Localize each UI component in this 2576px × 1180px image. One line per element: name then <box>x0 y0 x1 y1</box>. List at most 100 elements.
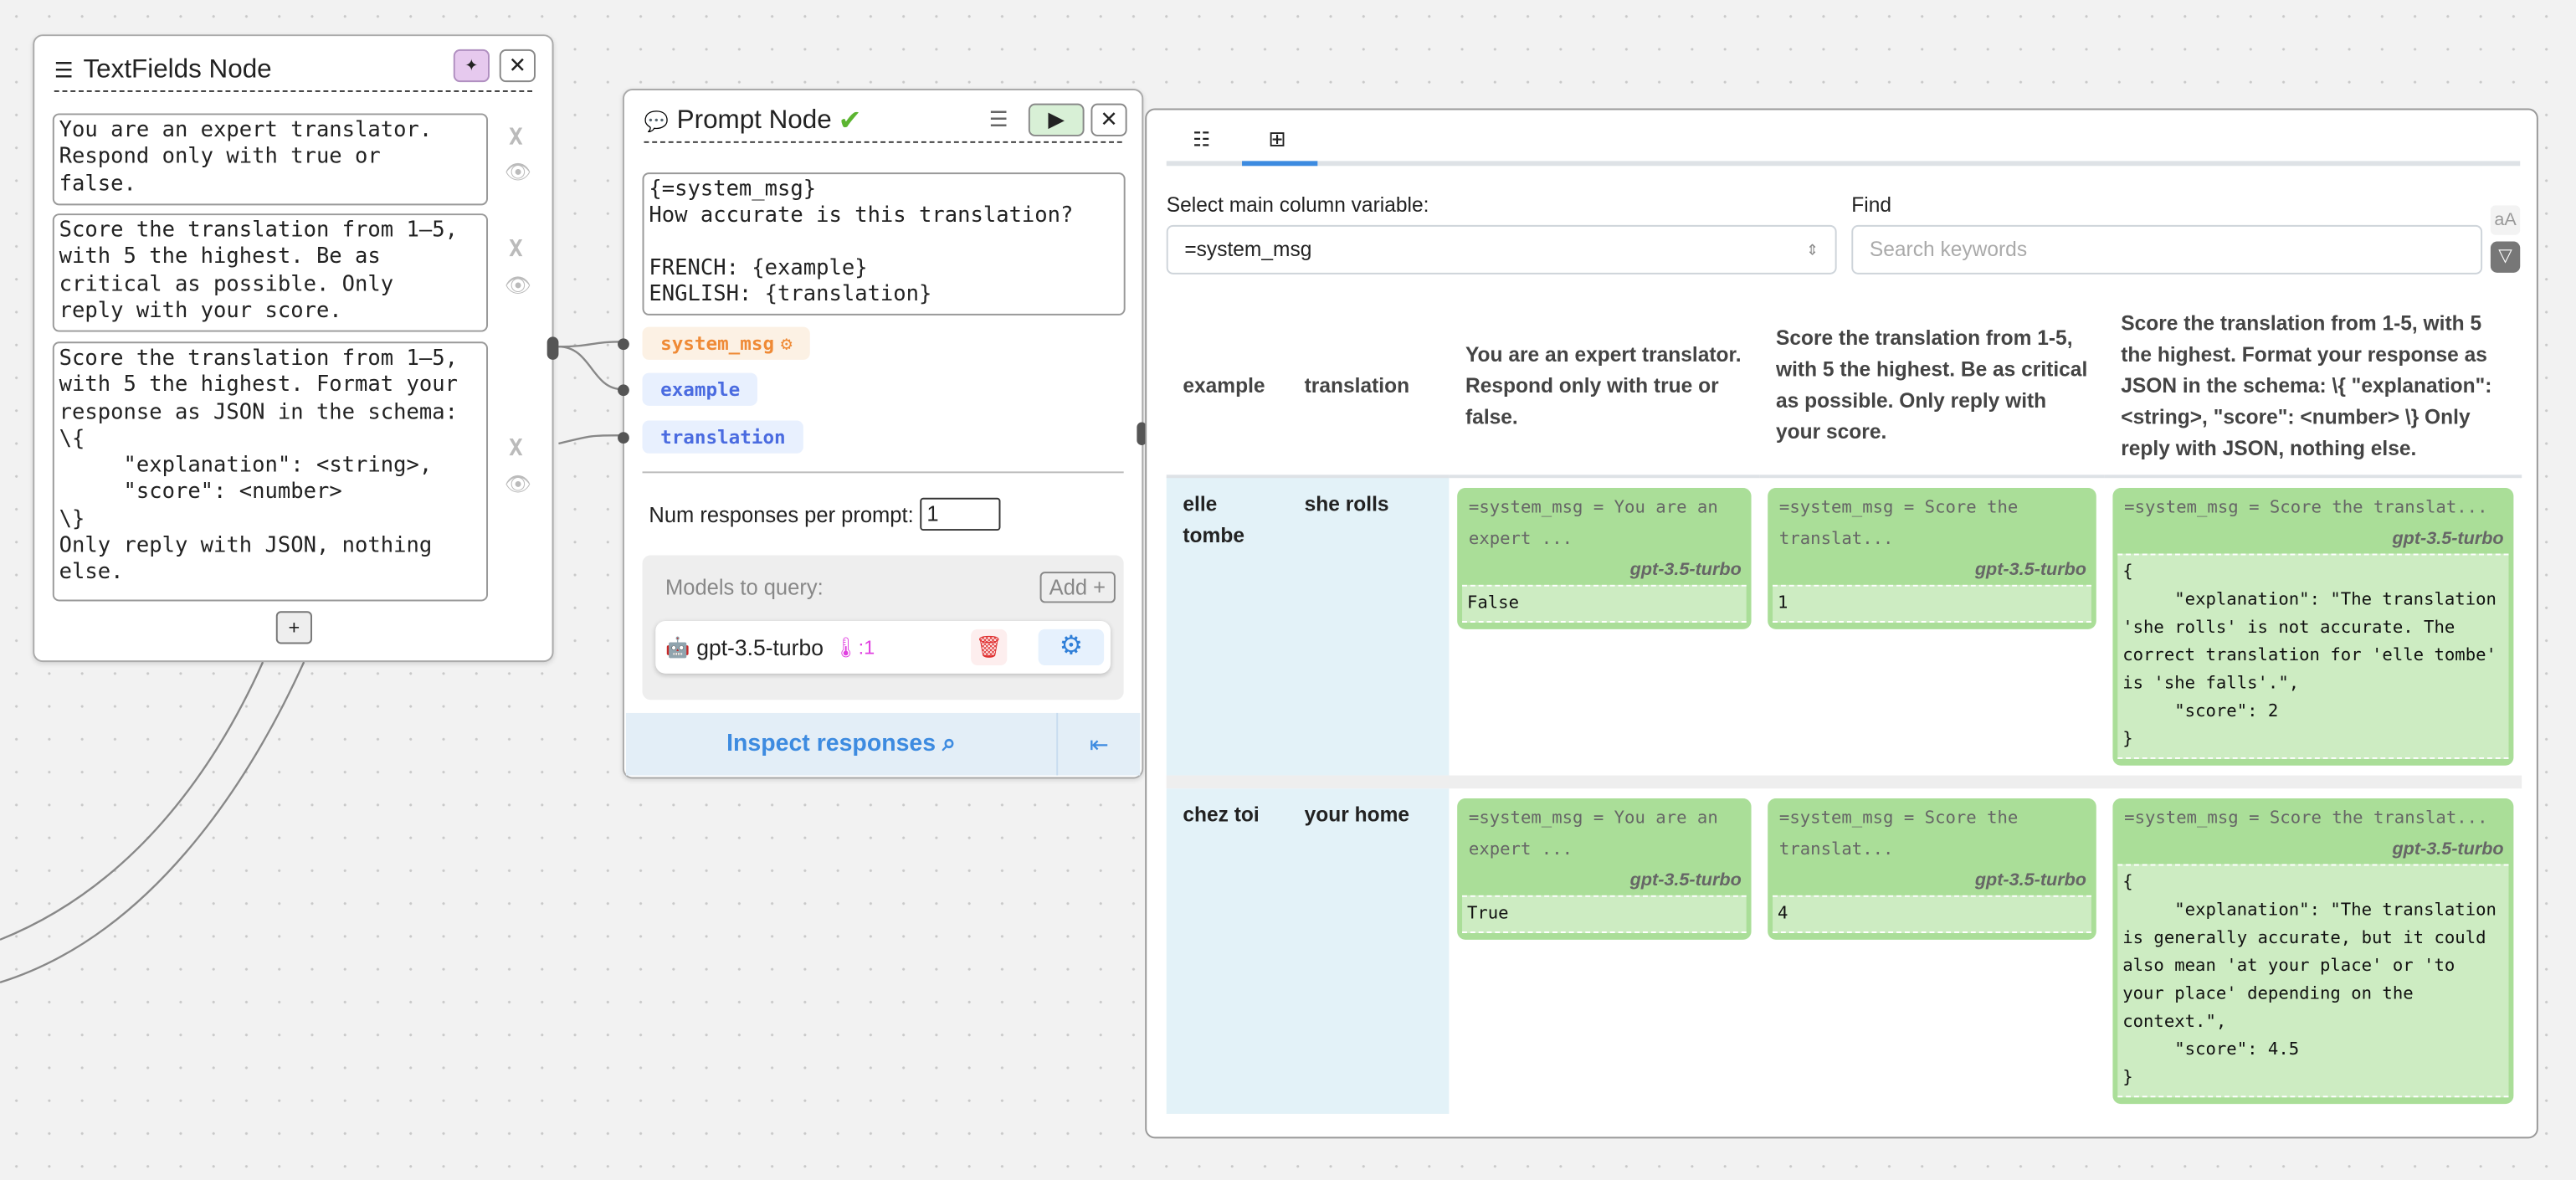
tab-list-view[interactable]: ☷ <box>1193 128 1210 151</box>
response-cell: =system_msg = Score the translat... gpt-… <box>1759 476 2104 775</box>
response-card[interactable]: =system_msg = You are an expert ... gpt-… <box>1457 798 1752 940</box>
match-case-toggle[interactable]: aA <box>2490 205 2521 235</box>
var-chip-example[interactable]: example <box>642 372 758 406</box>
input-handle[interactable] <box>618 338 629 351</box>
model-label: gpt-3.5-turbo <box>1974 560 2087 580</box>
prompt-var-summary: =system_msg = Score the translat... <box>2124 808 2488 829</box>
delete-model-button[interactable]: 🗑 <box>971 628 1008 666</box>
response-text: { "explanation": "The translation 'she r… <box>2117 553 2509 759</box>
node-title: Prompt Node <box>676 105 832 134</box>
input-handle[interactable] <box>618 432 629 444</box>
search-input[interactable]: Search keywords <box>1851 224 2483 274</box>
eye-icon[interactable]: 👁 <box>505 471 531 497</box>
var-chip-translation[interactable]: translation <box>642 420 804 454</box>
column-header: Score the translation from 1-5, with 5 t… <box>2104 297 2522 479</box>
edge-offscreen-1 <box>0 661 264 941</box>
node-title: TextFields Node <box>83 54 272 84</box>
filter-toggle[interactable]: ▽ <box>2490 241 2521 273</box>
table-row: chez toi your home =system_msg = You are … <box>1166 788 2522 1114</box>
input-handle[interactable] <box>618 384 629 397</box>
model-item[interactable]: 🤖 gpt-3.5-turbo 🌡:1 🗑 ⚙ <box>655 621 1111 674</box>
column-header: You are an expert translator. Respond on… <box>1449 297 1760 479</box>
active-tab-indicator <box>1242 161 1318 167</box>
inspect-responses-button[interactable]: Inspect responses ⌕ <box>626 712 1059 776</box>
response-card[interactable]: =system_msg = Score the translat... gpt-… <box>1768 488 2096 629</box>
main-column-select[interactable]: =system_msg ⇕ <box>1166 224 1837 274</box>
divider <box>642 471 1124 474</box>
eye-icon[interactable]: 👁 <box>505 159 531 185</box>
select-value: =system_msg <box>1184 238 1312 262</box>
output-handle[interactable] <box>547 336 559 360</box>
close-icon: ✕ <box>508 52 527 78</box>
chip-label: system_msg <box>660 331 775 356</box>
status-check-icon: ✔ <box>838 104 862 136</box>
tab-table-view[interactable]: ⊞ <box>1268 126 1285 152</box>
model-label: gpt-3.5-turbo <box>2392 839 2504 859</box>
chevron-updown-icon: ⇕ <box>1806 240 1819 258</box>
tab-underline <box>1166 161 2521 167</box>
separator-cell <box>1166 775 2522 789</box>
prompt-var-summary: =system_msg = Score the translat... <box>1778 497 2019 549</box>
var-chip-system-msg[interactable]: system_msg ⚙ <box>642 326 811 360</box>
inspect-bar: Inspect responses ⌕ ⇤ <box>625 712 1141 776</box>
collapse-inspector-button[interactable]: ⇤ <box>1058 731 1140 758</box>
num-responses-input[interactable]: 1 <box>920 497 1001 531</box>
search-icon: ⌕ <box>942 731 956 757</box>
response-text: { "explanation": "The translation is gen… <box>2117 864 2509 1098</box>
list-icon[interactable]: ☰ <box>989 107 1008 133</box>
response-text: True <box>1462 895 1747 933</box>
text-field-2[interactable]: Score the translation from 1–5, with 5 t… <box>52 213 489 332</box>
close-button[interactable]: ✕ <box>499 49 536 83</box>
column-header: example <box>1166 297 1288 479</box>
num-responses-label: Num responses per prompt: <box>649 501 914 527</box>
edge-system-msg <box>558 341 623 348</box>
text-field-3[interactable]: Score the translation from 1–5, with 5 t… <box>52 341 489 602</box>
close-button[interactable]: ✕ <box>1090 103 1127 136</box>
run-button[interactable]: ▶ <box>1028 103 1085 136</box>
sparkle-icon: ✦ <box>464 56 479 75</box>
response-cell: =system_msg = Score the translat... gpt-… <box>1759 788 2104 1114</box>
add-model-button[interactable]: Add + <box>1039 572 1116 603</box>
response-card[interactable]: =system_msg = Score the translat... gpt-… <box>2112 798 2514 1105</box>
trash-icon: 🗑 <box>975 634 1003 659</box>
flow-canvas[interactable]: ☰ TextFields Node ✦ ✕ You are an expert … <box>0 0 2576 1180</box>
add-field-button[interactable]: + <box>275 611 312 644</box>
remove-field-3-button[interactable]: X <box>505 435 527 461</box>
gear-icon: ⚙ <box>1059 632 1083 661</box>
row-separator <box>1166 775 2522 789</box>
translation-cell: she rolls <box>1287 476 1450 776</box>
gear-icon: ⚙ <box>780 331 793 356</box>
remove-field-1-button[interactable]: X <box>505 125 527 151</box>
response-card[interactable]: =system_msg = Score the translat... gpt-… <box>2112 488 2514 766</box>
response-card[interactable]: =system_msg = You are an expert ... gpt-… <box>1457 488 1752 629</box>
model-settings-button[interactable]: ⚙ <box>1038 628 1105 666</box>
prompt-var-summary: =system_msg = You are an expert ... <box>1468 497 1718 549</box>
table-layout-icon: ⊞ <box>1268 126 1286 151</box>
model-name: gpt-3.5-turbo <box>696 634 824 660</box>
select-label: Select main column variable: <box>1166 193 1429 218</box>
response-text: 1 <box>1773 584 2091 623</box>
example-cell: chez toi <box>1166 788 1288 1114</box>
prompt-node[interactable]: 💬 Prompt Node ✔ ☰ ▶ ✕ {=system_msg} How … <box>618 89 1147 779</box>
response-cell: =system_msg = Score the translat... gpt-… <box>2105 788 2522 1114</box>
response-card[interactable]: =system_msg = Score the translat... gpt-… <box>1768 798 2096 940</box>
edge-offscreen-2 <box>0 661 305 983</box>
remove-field-2-button[interactable]: X <box>505 237 527 263</box>
model-label: gpt-3.5-turbo <box>1974 870 2087 890</box>
ai-sparkle-button[interactable]: ✦ <box>453 49 490 83</box>
chat-bubble-icon: 💬 <box>644 109 669 133</box>
response-cell: =system_msg = You are an expert ... gpt-… <box>1449 476 1759 775</box>
eye-icon[interactable]: 👁 <box>505 273 531 299</box>
text-field-1[interactable]: You are an expert translator. Respond on… <box>52 113 489 206</box>
response-inspector: ☷ ⊞ Select main column variable: =system… <box>1145 108 2538 1139</box>
model-label: gpt-3.5-turbo <box>2392 529 2504 549</box>
prompt-var-summary: =system_msg = Score the translat... <box>2124 497 2488 518</box>
play-icon: ▶ <box>1048 106 1065 132</box>
textfields-node[interactable]: ☰ TextFields Node ✦ ✕ You are an expert … <box>33 34 559 663</box>
prompt-textarea[interactable]: {=system_msg} How accurate is this trans… <box>642 172 1126 316</box>
find-label: Find <box>1851 193 1892 218</box>
inspect-label: Inspect responses <box>726 731 936 757</box>
models-panel: Models to query: Add + 🤖 gpt-3.5-turbo 🌡… <box>642 555 1124 700</box>
response-text: 4 <box>1773 895 2091 933</box>
response-cell: =system_msg = You are an expert ... gpt-… <box>1449 788 1759 1114</box>
